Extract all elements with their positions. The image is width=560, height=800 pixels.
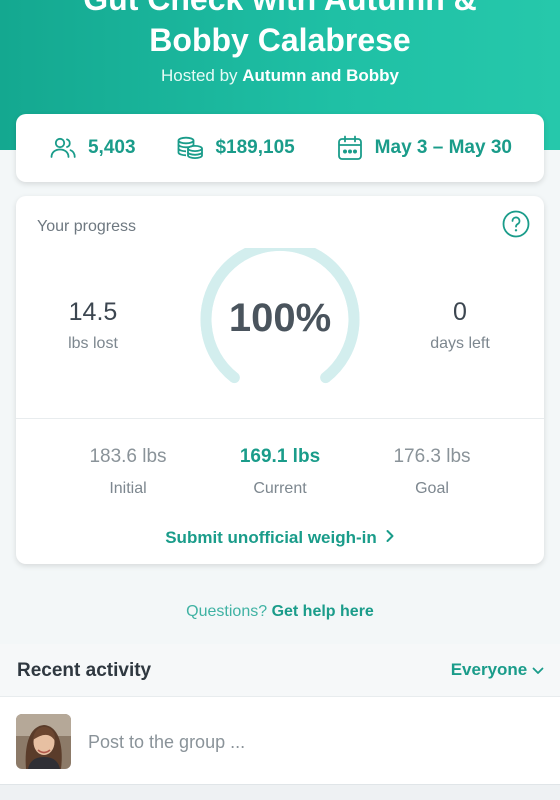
pot-stat: $189,105 xyxy=(175,133,295,163)
activity-filter-value: Everyone xyxy=(450,660,528,679)
help-prompt-text: Questions? xyxy=(186,603,272,620)
lbs-lost-stat: 14.5 lbs lost xyxy=(33,298,153,353)
recent-activity-header: Recent activity Everyone xyxy=(0,644,560,696)
current-weight: 169.1 lbs Current xyxy=(205,446,355,498)
submit-weigh-in-label: Submit unofficial weigh-in xyxy=(165,528,377,547)
submit-weigh-in-link[interactable]: Submit unofficial weigh-in xyxy=(16,528,544,548)
lbs-lost-value: 14.5 xyxy=(68,298,118,326)
date-range: May 3 – May 30 xyxy=(374,137,512,158)
calendar-icon xyxy=(335,133,365,163)
current-weight-value: 169.1 lbs xyxy=(239,446,321,467)
activity-filter-dropdown[interactable]: Everyone xyxy=(451,660,544,680)
initial-weight-value: 183.6 lbs xyxy=(89,446,167,467)
chevron-right-icon xyxy=(385,528,395,547)
get-help-link[interactable]: Get help here xyxy=(272,603,374,620)
help-prompt: Questions? Get help here xyxy=(0,603,560,621)
host-names: Autumn and Bobby xyxy=(242,66,400,85)
people-icon xyxy=(48,133,78,163)
participants-count: 5,403 xyxy=(87,137,136,158)
chevron-down-icon xyxy=(532,660,544,679)
dates-stat: May 3 – May 30 xyxy=(335,133,512,163)
goal-weight: 176.3 lbs Goal xyxy=(357,446,507,498)
days-left-stat: 0 days left xyxy=(400,298,520,353)
hosted-by: Hosted by Autumn and Bobby xyxy=(0,66,560,86)
post-to-group-input[interactable] xyxy=(88,727,528,757)
progress-percent: 100% xyxy=(228,296,332,340)
progress-divider xyxy=(16,418,544,419)
initial-weight: 183.6 lbs Initial xyxy=(53,446,203,498)
days-left-value: 0 xyxy=(453,298,467,326)
progress-card: Your progress 14.5 lbs lost 100% 0 days … xyxy=(16,196,544,564)
days-left-caption: days left xyxy=(430,335,490,352)
current-weight-label: Current xyxy=(253,480,307,497)
post-composer xyxy=(0,696,560,784)
initial-weight-label: Initial xyxy=(109,480,147,497)
goal-weight-label: Goal xyxy=(415,480,449,497)
help-icon[interactable] xyxy=(502,210,530,238)
progress-label: Your progress xyxy=(37,218,137,235)
hosted-by-prefix: Hosted by xyxy=(160,66,243,85)
coins-icon xyxy=(175,133,205,163)
challenge-title-line2: Bobby Calabrese xyxy=(149,22,411,58)
pot-amount: $189,105 xyxy=(215,137,295,158)
challenge-title-line1: Gut Check with Autumn & xyxy=(0,0,560,20)
challenge-stats-card: 5,403 $189,105 May 3 – May 30 xyxy=(16,114,544,182)
recent-activity-title: Recent activity xyxy=(17,660,152,681)
goal-weight-value: 176.3 lbs xyxy=(393,446,471,467)
next-post-edge xyxy=(0,784,560,800)
participants-stat: 5,403 xyxy=(48,133,136,163)
avatar[interactable] xyxy=(16,714,71,769)
lbs-lost-caption: lbs lost xyxy=(68,335,118,352)
